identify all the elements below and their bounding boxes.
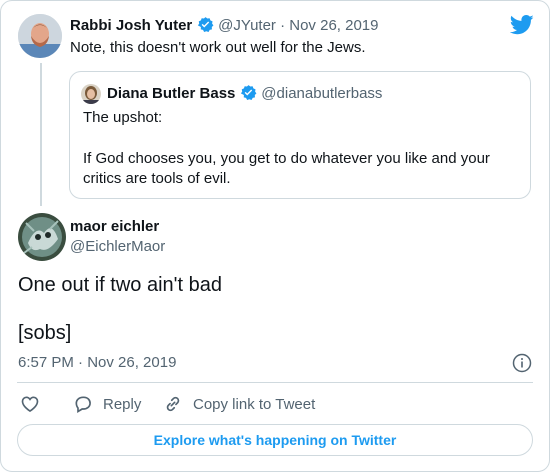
main-author-name[interactable]: maor eichler (70, 218, 159, 235)
quoted-tweet-header: Diana Butler Bass @dianabutlerbass (107, 84, 382, 103)
quoted-tweet[interactable]: Diana Butler Bass @dianabutlerbass The u… (69, 71, 531, 199)
avatar-image (18, 213, 66, 261)
speech-bubble-icon (75, 396, 91, 413)
info-icon[interactable] (512, 353, 532, 373)
heart-icon (21, 396, 39, 413)
avatar-diana-butler-bass[interactable] (81, 84, 101, 104)
copy-link-button[interactable]: Copy link to Tweet (163, 394, 315, 414)
quoted-tweet-line-3: critics are tools of evil. (83, 170, 231, 187)
divider (17, 382, 533, 383)
verified-badge-icon (197, 17, 214, 32)
quoted-author-name: Diana Butler Bass (107, 85, 236, 102)
author-name[interactable]: Rabbi Josh Yuter (70, 17, 192, 34)
thread-connector-line (40, 63, 42, 206)
quoted-tweet-line-1: The upshot: (83, 109, 163, 126)
copy-link-label: Copy link to Tweet (193, 395, 316, 413)
parent-tweet-text: Note, this doesn't work out well for the… (70, 39, 366, 56)
reply-button[interactable]: Reply (73, 394, 141, 414)
main-author-handle[interactable]: @EichlerMaor (70, 238, 165, 255)
author-handle-date[interactable]: @JYuter · Nov 26, 2019 (218, 17, 378, 34)
avatar-maor-eichler[interactable] (18, 213, 66, 261)
main-tweet-line-1: One out if two ain't bad (18, 274, 222, 296)
parent-tweet-header: Rabbi Josh Yuter @JYuter · Nov 26, 2019 (70, 16, 378, 35)
verified-badge-icon (240, 85, 257, 100)
avatar-image (18, 14, 62, 58)
reply-label: Reply (103, 395, 142, 413)
explore-label: Explore what's happening on Twitter (153, 432, 397, 448)
link-icon (166, 396, 180, 412)
tweet-timestamp[interactable]: 6:57 PM · Nov 26, 2019 (18, 354, 176, 371)
quoted-author-handle: @dianabutlerbass (261, 85, 383, 102)
like-button[interactable] (20, 394, 40, 414)
quoted-tweet-line-2: If God chooses you, you get to do whatev… (83, 150, 490, 167)
twitter-bird-icon[interactable] (510, 15, 534, 35)
main-tweet-line-2: [sobs] (18, 322, 72, 344)
explore-button[interactable]: Explore what's happening on Twitter (17, 424, 533, 456)
avatar-image (81, 84, 101, 104)
avatar-rabbi-josh-yuter[interactable] (18, 14, 62, 58)
tweet-embed-card: Rabbi Josh Yuter @JYuter · Nov 26, 2019 … (0, 0, 550, 472)
